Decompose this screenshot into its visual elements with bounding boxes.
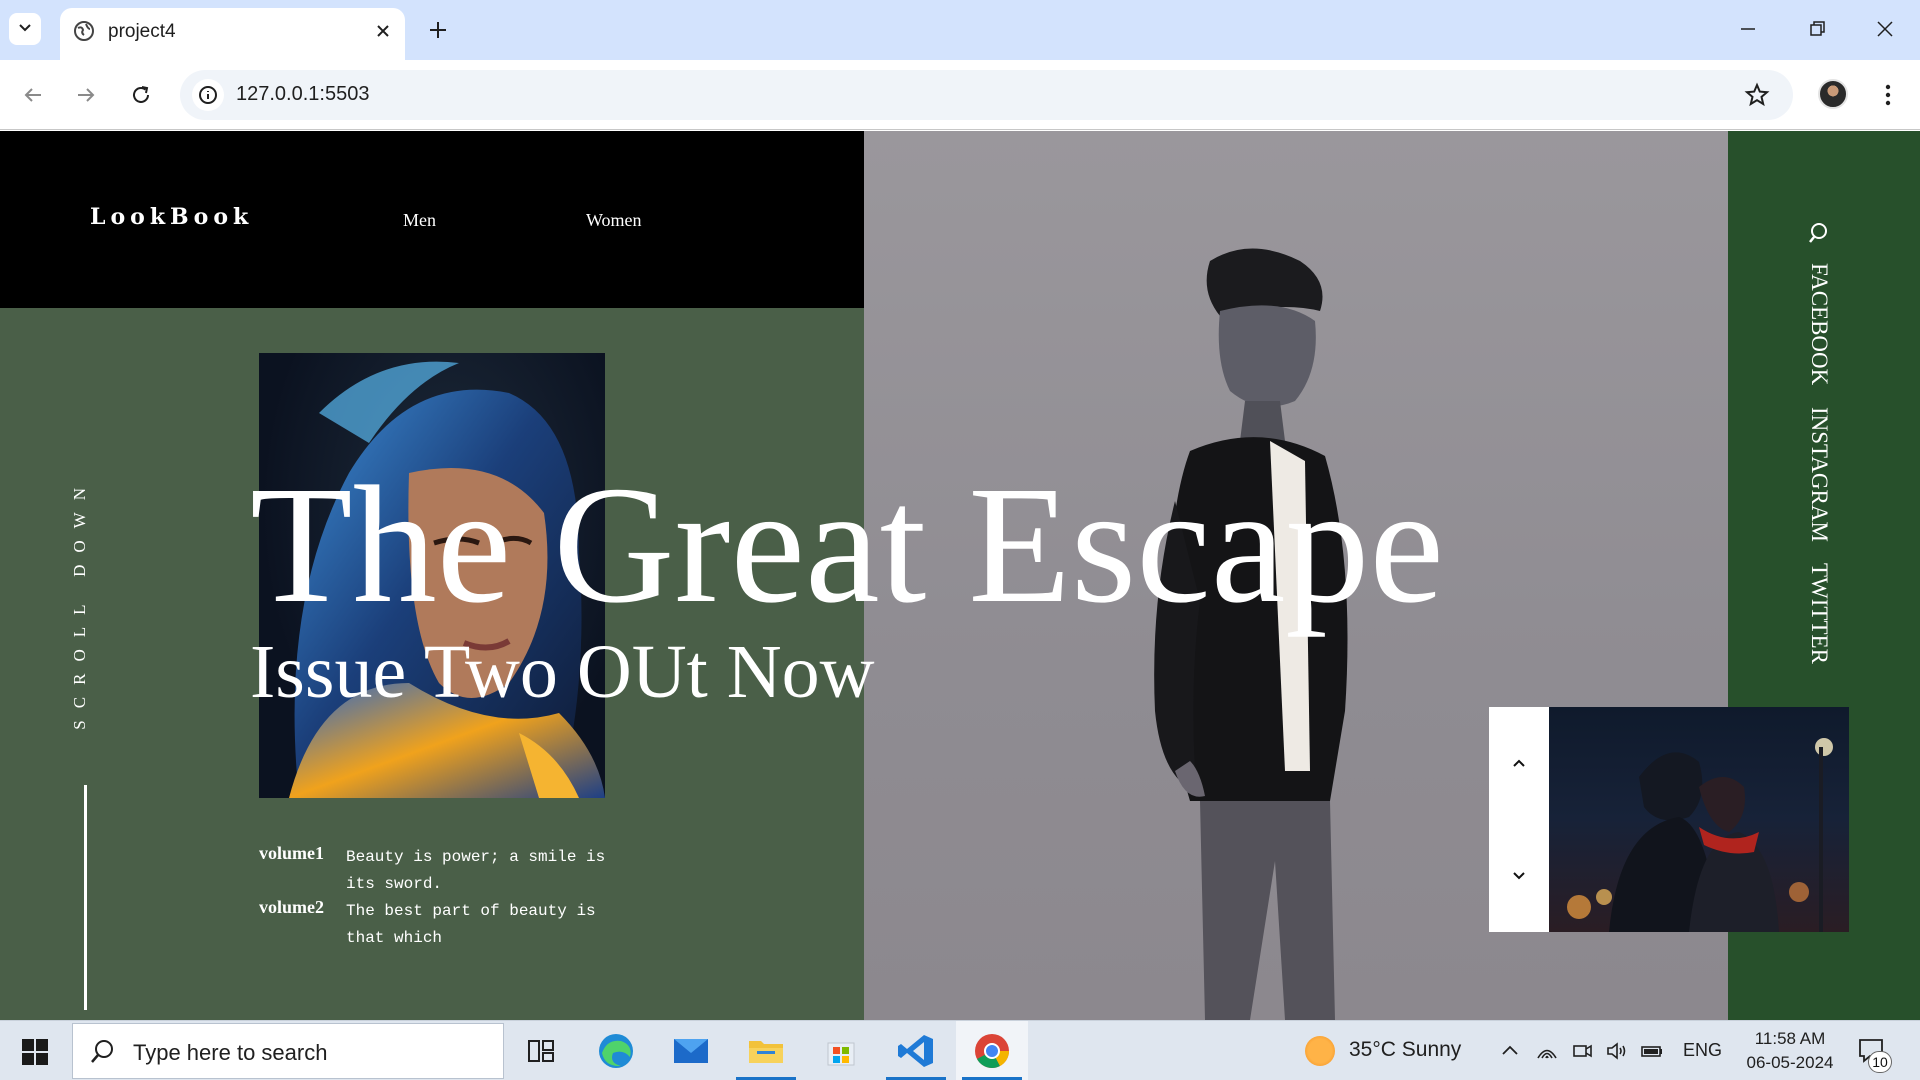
info-icon: [199, 86, 217, 104]
clock-date: 06-05-2024: [1746, 1053, 1834, 1072]
nav-link-women[interactable]: Women: [586, 210, 642, 231]
social-links: FACEBOOK INSTAGRAM TWITTER: [1806, 221, 1832, 680]
slider-thumbnail-image[interactable]: [1549, 707, 1849, 932]
bookmark-star-icon[interactable]: [1744, 82, 1770, 108]
taskbar-search-placeholder: Type here to search: [133, 1040, 328, 1065]
globe-icon: [74, 21, 94, 41]
search-icon[interactable]: [1808, 221, 1830, 247]
profile-avatar[interactable]: [1818, 79, 1848, 109]
close-window-icon[interactable]: [1870, 14, 1900, 44]
volume-label: volume1: [259, 843, 324, 863]
volume-label: volume2: [259, 897, 324, 917]
browser-tabstrip: project4: [0, 0, 1920, 60]
close-tab-icon[interactable]: [371, 19, 395, 43]
network-icon[interactable]: [1535, 1039, 1559, 1063]
address-bar[interactable]: 127.0.0.1:5503: [180, 70, 1793, 120]
brand-logo[interactable]: LookBook: [90, 204, 253, 230]
browser-tab[interactable]: project4: [60, 8, 405, 60]
url-text: 127.0.0.1:5503: [236, 83, 370, 105]
slider-controls: [1489, 707, 1549, 932]
microsoft-store-icon[interactable]: [818, 1029, 864, 1073]
social-twitter[interactable]: TWITTER: [1807, 563, 1832, 664]
chevron-up-icon[interactable]: [1507, 751, 1531, 775]
reload-icon[interactable]: [127, 81, 155, 109]
task-view-icon[interactable]: [518, 1029, 564, 1073]
system-clock[interactable]: 11:58 AM 06-05-2024: [1744, 1027, 1836, 1075]
battery-icon[interactable]: [1640, 1039, 1664, 1063]
site-info-button[interactable]: [192, 79, 224, 111]
weather-text[interactable]: 35°C Sunny: [1349, 1038, 1461, 1062]
scroll-down-label[interactable]: SCROLL DOWN: [70, 476, 104, 730]
hero-title: The Great Escape: [250, 452, 1444, 638]
edge-browser-icon[interactable]: [593, 1029, 639, 1073]
clock-time: 11:58 AM: [1754, 1029, 1826, 1048]
tab-search-button[interactable]: [9, 13, 41, 45]
browser-toolbar: 127.0.0.1:5503: [0, 60, 1920, 130]
input-language[interactable]: ENG: [1683, 1040, 1722, 1061]
search-icon: [91, 1040, 113, 1063]
taskbar-search-box[interactable]: Type here to search: [72, 1023, 504, 1079]
new-tab-icon[interactable]: [425, 17, 451, 43]
tab-title: project4: [108, 21, 176, 42]
social-instagram[interactable]: INSTAGRAM: [1807, 407, 1832, 542]
volume-icon[interactable]: [1605, 1039, 1629, 1063]
windows-taskbar: Type here to search 35°C Sunny ENG 11:58…: [0, 1020, 1920, 1080]
volume-text: The best part of beauty is that which: [346, 902, 596, 947]
hero-subtitle: Issue Two OUt Now: [250, 630, 875, 714]
weather-sun-icon[interactable]: [1305, 1036, 1335, 1066]
nav-link-men[interactable]: Men: [403, 210, 436, 231]
chrome-icon[interactable]: [969, 1029, 1015, 1073]
meet-now-icon[interactable]: [1570, 1039, 1594, 1063]
site-header: LookBook Men Women: [0, 131, 864, 308]
vscode-icon[interactable]: [893, 1029, 939, 1073]
windows-start-icon[interactable]: [22, 1039, 48, 1065]
file-explorer-icon[interactable]: [743, 1029, 789, 1073]
lookbook-page: LookBook Men Women SCROLL DOWN FACEBOOK …: [0, 131, 1920, 1020]
more-menu-icon[interactable]: [1874, 81, 1902, 109]
social-facebook[interactable]: FACEBOOK: [1807, 263, 1832, 385]
minimize-icon[interactable]: [1733, 14, 1763, 44]
scroll-line: [84, 785, 87, 1010]
mail-icon[interactable]: [668, 1029, 714, 1073]
forward-icon[interactable]: [72, 81, 100, 109]
chevron-down-icon: [19, 24, 31, 32]
chevron-up-icon[interactable]: [1498, 1039, 1522, 1063]
volume-text: Beauty is power; a smile is its sword.: [346, 848, 606, 893]
notification-count-badge: 10: [1868, 1051, 1892, 1073]
chevron-down-icon[interactable]: [1507, 864, 1531, 888]
back-icon[interactable]: [19, 81, 47, 109]
restore-icon[interactable]: [1802, 14, 1832, 44]
